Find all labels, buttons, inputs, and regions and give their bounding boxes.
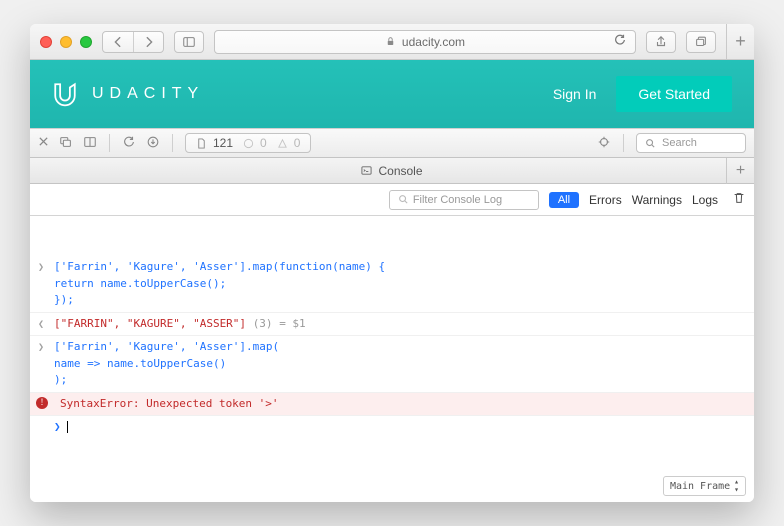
filter-console-input[interactable]: Filter Console Log <box>389 190 539 210</box>
brand-logo[interactable]: UDACITY <box>52 81 204 107</box>
sidebar-icon <box>182 35 196 49</box>
lock-icon <box>385 36 396 47</box>
reload-button[interactable] <box>613 33 627 50</box>
code-line: name => name.toUpperCase() <box>54 357 226 370</box>
search-icon <box>398 194 409 205</box>
crosshair-icon <box>597 135 611 149</box>
output-arrow-icon: ❮ <box>38 317 44 332</box>
zero-count-a: 0 <box>260 136 267 150</box>
filter-errors-button[interactable]: Errors <box>589 193 622 207</box>
input-arrow-icon: ❯ <box>38 260 44 275</box>
signin-link[interactable]: Sign In <box>553 86 597 102</box>
clear-console-button[interactable] <box>732 191 746 208</box>
filter-logs-button[interactable]: Logs <box>692 193 718 207</box>
document-icon <box>196 138 207 149</box>
frame-selector[interactable]: Main Frame ▴▾ <box>663 476 746 496</box>
split-icon <box>83 135 97 149</box>
frame-label: Main Frame <box>670 481 730 492</box>
console-entry[interactable]: ❯ ['Farrin', 'Kagure', 'Asser'].map( nam… <box>30 336 754 393</box>
reload-icon <box>613 33 627 47</box>
get-started-button[interactable]: Get Started <box>616 76 732 112</box>
code-line: }); <box>54 293 74 306</box>
code-line: ['Farrin', 'Kagure', 'Asser'].map(functi… <box>54 260 385 273</box>
new-tab-button[interactable]: + <box>726 24 754 60</box>
close-devtools-button[interactable] <box>38 136 49 150</box>
search-placeholder: Search <box>662 137 697 149</box>
code-line: return name.toUpperCase(); <box>54 277 226 290</box>
error-message: SyntaxError: Unexpected token '>' <box>54 397 279 410</box>
warning-icon <box>277 138 288 149</box>
console-tabbar: Console + <box>30 158 754 184</box>
back-button[interactable] <box>103 32 133 52</box>
reload-icon <box>122 135 136 149</box>
console-output: ❯ ['Farrin', 'Kagure', 'Asser'].map(func… <box>30 216 754 502</box>
brand-name: UDACITY <box>92 85 204 103</box>
console-error-entry[interactable]: ! SyntaxError: Unexpected token '>' <box>30 393 754 417</box>
zero-count-b: 0 <box>294 136 301 150</box>
console-filter-bar: Filter Console Log All Errors Warnings L… <box>30 184 754 216</box>
info-icon <box>243 138 254 149</box>
titlebar: udacity.com + <box>30 24 754 60</box>
dock-button[interactable] <box>59 135 73 152</box>
dock-icon <box>59 135 73 149</box>
browser-window: udacity.com + UDACITY Sign In Get Starte… <box>30 24 754 502</box>
filter-all-button[interactable]: All <box>549 192 579 208</box>
udacity-logo-icon <box>52 81 78 107</box>
tabs-button[interactable] <box>686 31 716 53</box>
share-icon <box>654 35 668 49</box>
error-icon: ! <box>36 397 48 409</box>
search-icon <box>645 138 656 149</box>
maximize-window-button[interactable] <box>80 36 92 48</box>
cursor <box>67 421 68 433</box>
tabs-icon <box>694 35 708 49</box>
url-host: udacity.com <box>402 35 465 49</box>
close-icon <box>38 136 49 147</box>
target-button[interactable] <box>597 135 611 152</box>
trash-icon <box>732 191 746 205</box>
updown-icon: ▴▾ <box>734 478 739 494</box>
console-entry[interactable]: ❮ ["FARRIN", "KAGURE", "ASSER"] (3) = $1 <box>30 313 754 337</box>
forward-button[interactable] <box>133 32 163 52</box>
window-controls <box>40 36 92 48</box>
close-window-button[interactable] <box>40 36 52 48</box>
sidebar-button[interactable] <box>174 31 204 53</box>
filter-warnings-button[interactable]: Warnings <box>632 193 682 207</box>
download-button[interactable] <box>146 135 160 152</box>
result-array: ["FARRIN", "KAGURE", "ASSER"] <box>54 317 246 330</box>
result-assign: = $1 <box>279 317 306 330</box>
chevron-right-icon <box>142 35 156 49</box>
reload-resources-button[interactable] <box>122 135 136 152</box>
split-button[interactable] <box>83 135 97 152</box>
share-button[interactable] <box>646 31 676 53</box>
console-prompt[interactable]: ❯ <box>30 416 754 437</box>
site-header: UDACITY Sign In Get Started <box>30 60 754 128</box>
chevron-left-icon <box>111 35 125 49</box>
add-panel-button[interactable]: + <box>726 158 754 184</box>
console-icon <box>361 165 372 176</box>
result-count: (3) <box>253 317 273 330</box>
input-arrow-icon: ❯ <box>38 340 44 355</box>
resource-count: 121 <box>213 136 233 150</box>
minimize-window-button[interactable] <box>60 36 72 48</box>
code-line: ); <box>54 373 67 386</box>
prompt-arrow-icon: ❯ <box>54 420 61 433</box>
address-bar[interactable]: udacity.com <box>214 30 636 54</box>
devtools-toolbar: 121 0 0 Search <box>30 128 754 158</box>
filter-placeholder: Filter Console Log <box>413 194 502 206</box>
nav-back-forward <box>102 31 164 53</box>
console-tab-label[interactable]: Console <box>378 164 422 178</box>
devtools-search-input[interactable]: Search <box>636 133 746 153</box>
console-entry[interactable]: ❯ ['Farrin', 'Kagure', 'Asser'].map(func… <box>30 256 754 313</box>
download-icon <box>146 135 160 149</box>
code-line: ['Farrin', 'Kagure', 'Asser'].map( <box>54 340 279 353</box>
resource-counter[interactable]: 121 0 0 <box>185 133 311 153</box>
